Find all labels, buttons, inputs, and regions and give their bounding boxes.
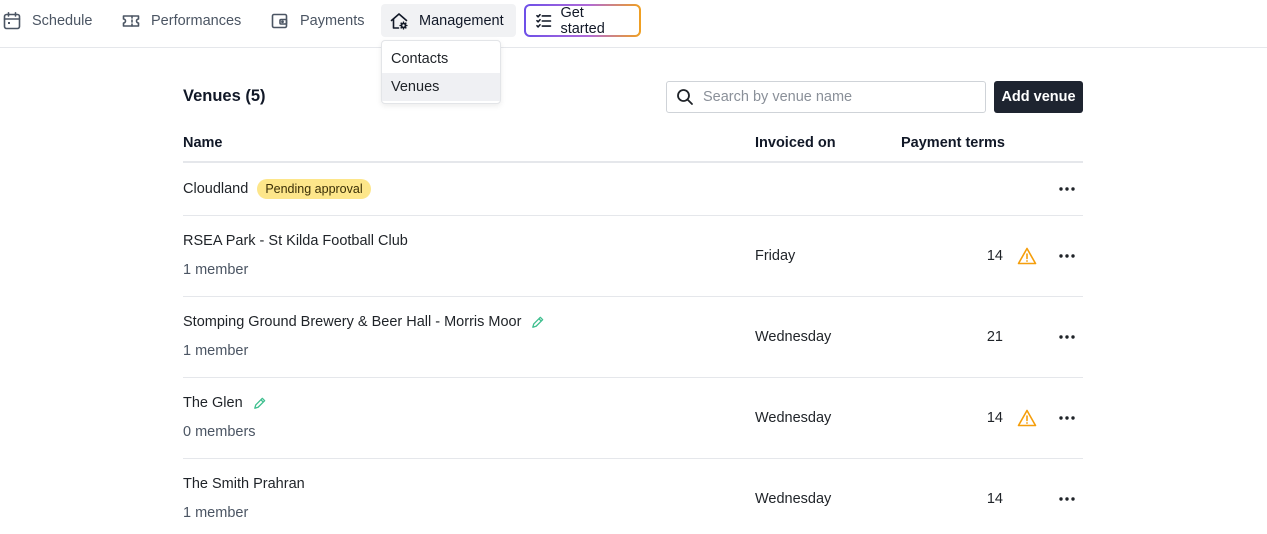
column-header-invoiced-on: Invoiced on: [755, 135, 836, 151]
more-options-icon[interactable]: [1057, 408, 1077, 428]
top-navigation: Schedule Performances Payments Managemen…: [0, 0, 1267, 48]
search-icon: [677, 89, 693, 105]
search-input[interactable]: [703, 89, 973, 105]
member-count: 1 member: [183, 262, 249, 278]
management-dropdown-menu: Contacts Venues: [381, 40, 501, 104]
venue-name: Cloudland: [183, 181, 249, 197]
venue-name-cell: Cloudland Pending approval: [183, 179, 371, 199]
edit-pencil-icon[interactable]: [530, 315, 545, 330]
warning-icon: [1017, 247, 1037, 265]
nav-management[interactable]: Management: [381, 4, 516, 37]
calendar-icon: [3, 11, 21, 29]
menu-item-venues[interactable]: Venues: [382, 73, 500, 101]
venue-name: The Glen: [183, 395, 243, 411]
edit-pencil-icon[interactable]: [252, 396, 267, 411]
member-count: 1 member: [183, 343, 249, 359]
column-header-name: Name: [183, 135, 223, 151]
warning-icon: [1017, 409, 1037, 427]
nav-performances[interactable]: Performances: [113, 4, 249, 37]
search-box: [666, 81, 986, 113]
payment-terms-value: 21: [986, 329, 1003, 345]
payment-terms-value: 14: [986, 491, 1003, 507]
nav-payments-label: Payments: [300, 12, 365, 29]
table-row[interactable]: RSEA Park - St Kilda Football Club 1 mem…: [183, 216, 1083, 297]
venue-name-cell: The Glen: [183, 395, 267, 411]
get-started-label: Get started: [560, 4, 605, 37]
payment-terms-value: 14: [986, 248, 1003, 264]
more-options-icon[interactable]: [1057, 179, 1077, 199]
menu-item-contacts[interactable]: Contacts: [382, 45, 500, 73]
payment-terms-value: 14: [986, 410, 1003, 426]
venue-name: Stomping Ground Brewery & Beer Hall - Mo…: [183, 314, 522, 330]
wallet-icon: [271, 13, 288, 28]
venue-name-cell: RSEA Park - St Kilda Football Club: [183, 233, 408, 249]
venue-name: The Smith Prahran: [183, 476, 305, 492]
invoiced-on-value: Wednesday: [755, 329, 832, 345]
column-header-payment-terms: Payment terms: [901, 135, 1005, 151]
nav-management-label: Management: [419, 12, 504, 29]
table-row[interactable]: The Smith Prahran 1 member Wednesday 14: [183, 459, 1083, 534]
more-options-icon[interactable]: [1057, 489, 1077, 509]
ticket-icon: [122, 14, 140, 27]
get-started-button[interactable]: Get started: [524, 4, 641, 37]
nav-performances-label: Performances: [151, 12, 242, 29]
venue-name-cell: Stomping Ground Brewery & Beer Hall - Mo…: [183, 314, 545, 330]
more-options-icon[interactable]: [1057, 327, 1077, 347]
house-gear-icon: [390, 12, 408, 30]
invoiced-on-value: Wednesday: [755, 410, 832, 426]
table-row[interactable]: The Glen 0 members Wednesday 14: [183, 378, 1083, 459]
checklist-icon: [536, 13, 552, 28]
invoiced-on-value: Wednesday: [755, 491, 832, 507]
table-row[interactable]: Cloudland Pending approval: [183, 163, 1083, 216]
more-options-icon[interactable]: [1057, 246, 1077, 266]
nav-payments[interactable]: Payments: [262, 4, 372, 37]
venue-name: RSEA Park - St Kilda Football Club: [183, 233, 408, 249]
invoiced-on-value: Friday: [755, 248, 796, 264]
add-venue-button[interactable]: Add venue: [994, 81, 1083, 113]
nav-schedule-label: Schedule: [32, 12, 93, 29]
status-badge: Pending approval: [257, 179, 371, 199]
member-count: 1 member: [183, 505, 249, 521]
venue-name-cell: The Smith Prahran: [183, 476, 305, 492]
page-title: Venues (5): [183, 87, 266, 105]
nav-schedule[interactable]: Schedule: [0, 4, 100, 37]
member-count: 0 members: [183, 424, 256, 440]
table-row[interactable]: Stomping Ground Brewery & Beer Hall - Mo…: [183, 297, 1083, 378]
